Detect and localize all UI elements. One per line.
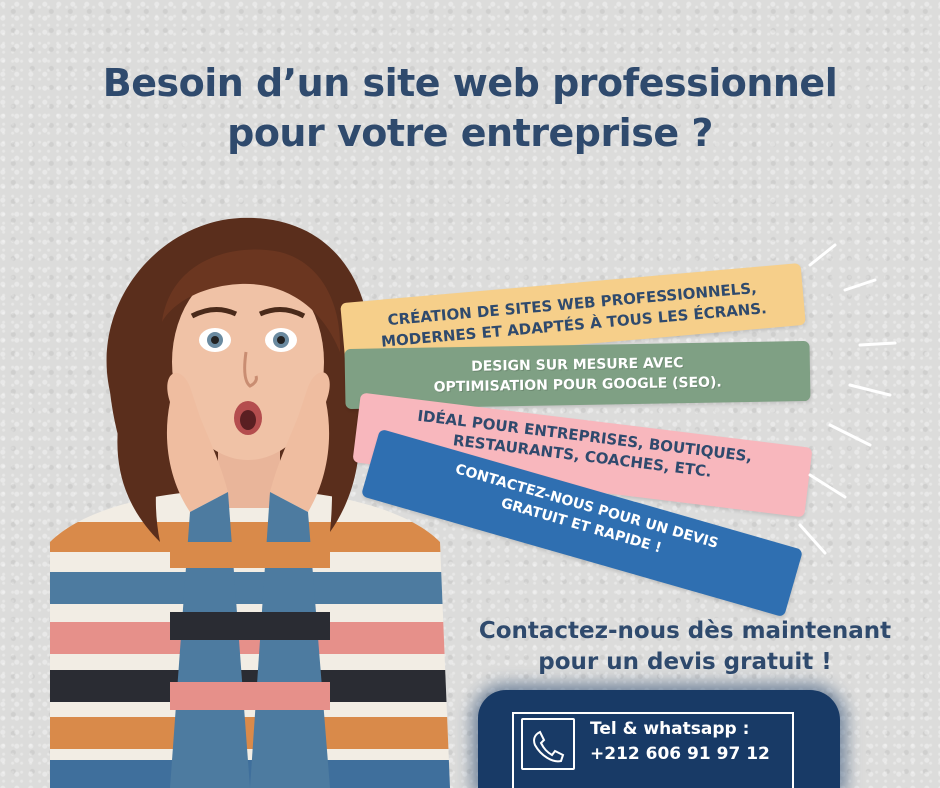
page-headline: Besoin d’un site web professionnel pour …: [40, 58, 900, 158]
cta-line-2: pour un devis gratuit !: [538, 649, 832, 675]
cta-line-1: Contactez-nous dès maintenant: [478, 618, 892, 644]
call-to-action: Contactez-nous dès maintenant pour un de…: [440, 616, 930, 678]
burst-lines-decoration: [798, 243, 897, 555]
contact-phone[interactable]: +212 606 91 97 12: [590, 742, 770, 767]
contact-label: Tel & whatsapp :: [590, 719, 750, 739]
contact-info: Tel & whatsapp : +212 606 91 97 12: [590, 717, 770, 767]
phone-icon-frame: [521, 718, 575, 770]
headline-line-2: pour votre entreprise ?: [227, 111, 713, 155]
phone-icon: [533, 730, 565, 763]
headline-line-1: Besoin d’un site web professionnel: [102, 61, 838, 105]
